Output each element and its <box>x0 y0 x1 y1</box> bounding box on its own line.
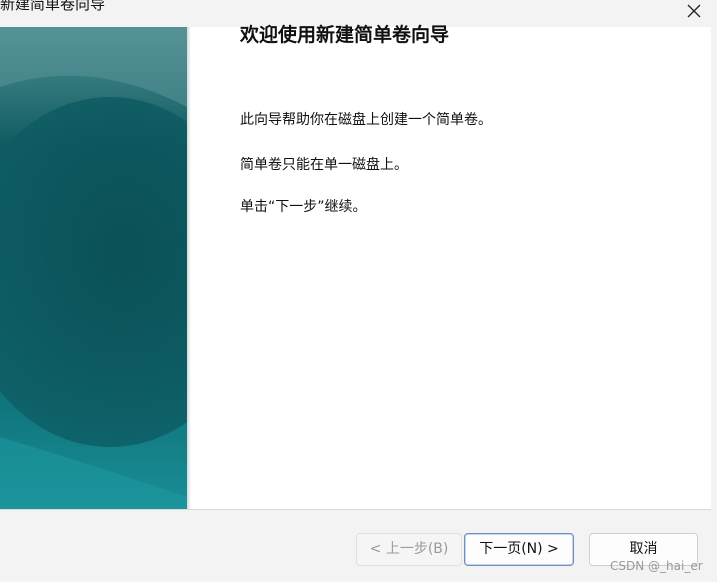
continue-paragraph: 单击“下一步”继续。 <box>240 199 367 215</box>
wizard-window: 新建简单卷向导 欢迎使用新建简单卷向导 此向导帮助你在磁盘上创建一个简单卷。 简… <box>0 0 717 582</box>
intro-paragraph: 此向导帮助你在磁盘上创建一个简单卷。 <box>240 112 492 128</box>
footer-divider <box>0 509 711 510</box>
back-button[interactable]: < 上一步(B) <box>356 533 462 566</box>
window-title: 新建简单卷向导 <box>0 0 106 13</box>
banner-edge <box>187 27 191 509</box>
info-paragraph: 简单卷只能在单一磁盘上。 <box>240 157 408 173</box>
wizard-banner-image <box>0 27 187 509</box>
page-heading: 欢迎使用新建简单卷向导 <box>240 24 450 46</box>
close-icon <box>687 4 701 18</box>
watermark-text: CSDN @_hai_er <box>610 559 703 573</box>
close-button[interactable] <box>671 0 717 22</box>
next-button[interactable]: 下一页(N) > <box>464 533 574 566</box>
wizard-content <box>0 27 711 509</box>
